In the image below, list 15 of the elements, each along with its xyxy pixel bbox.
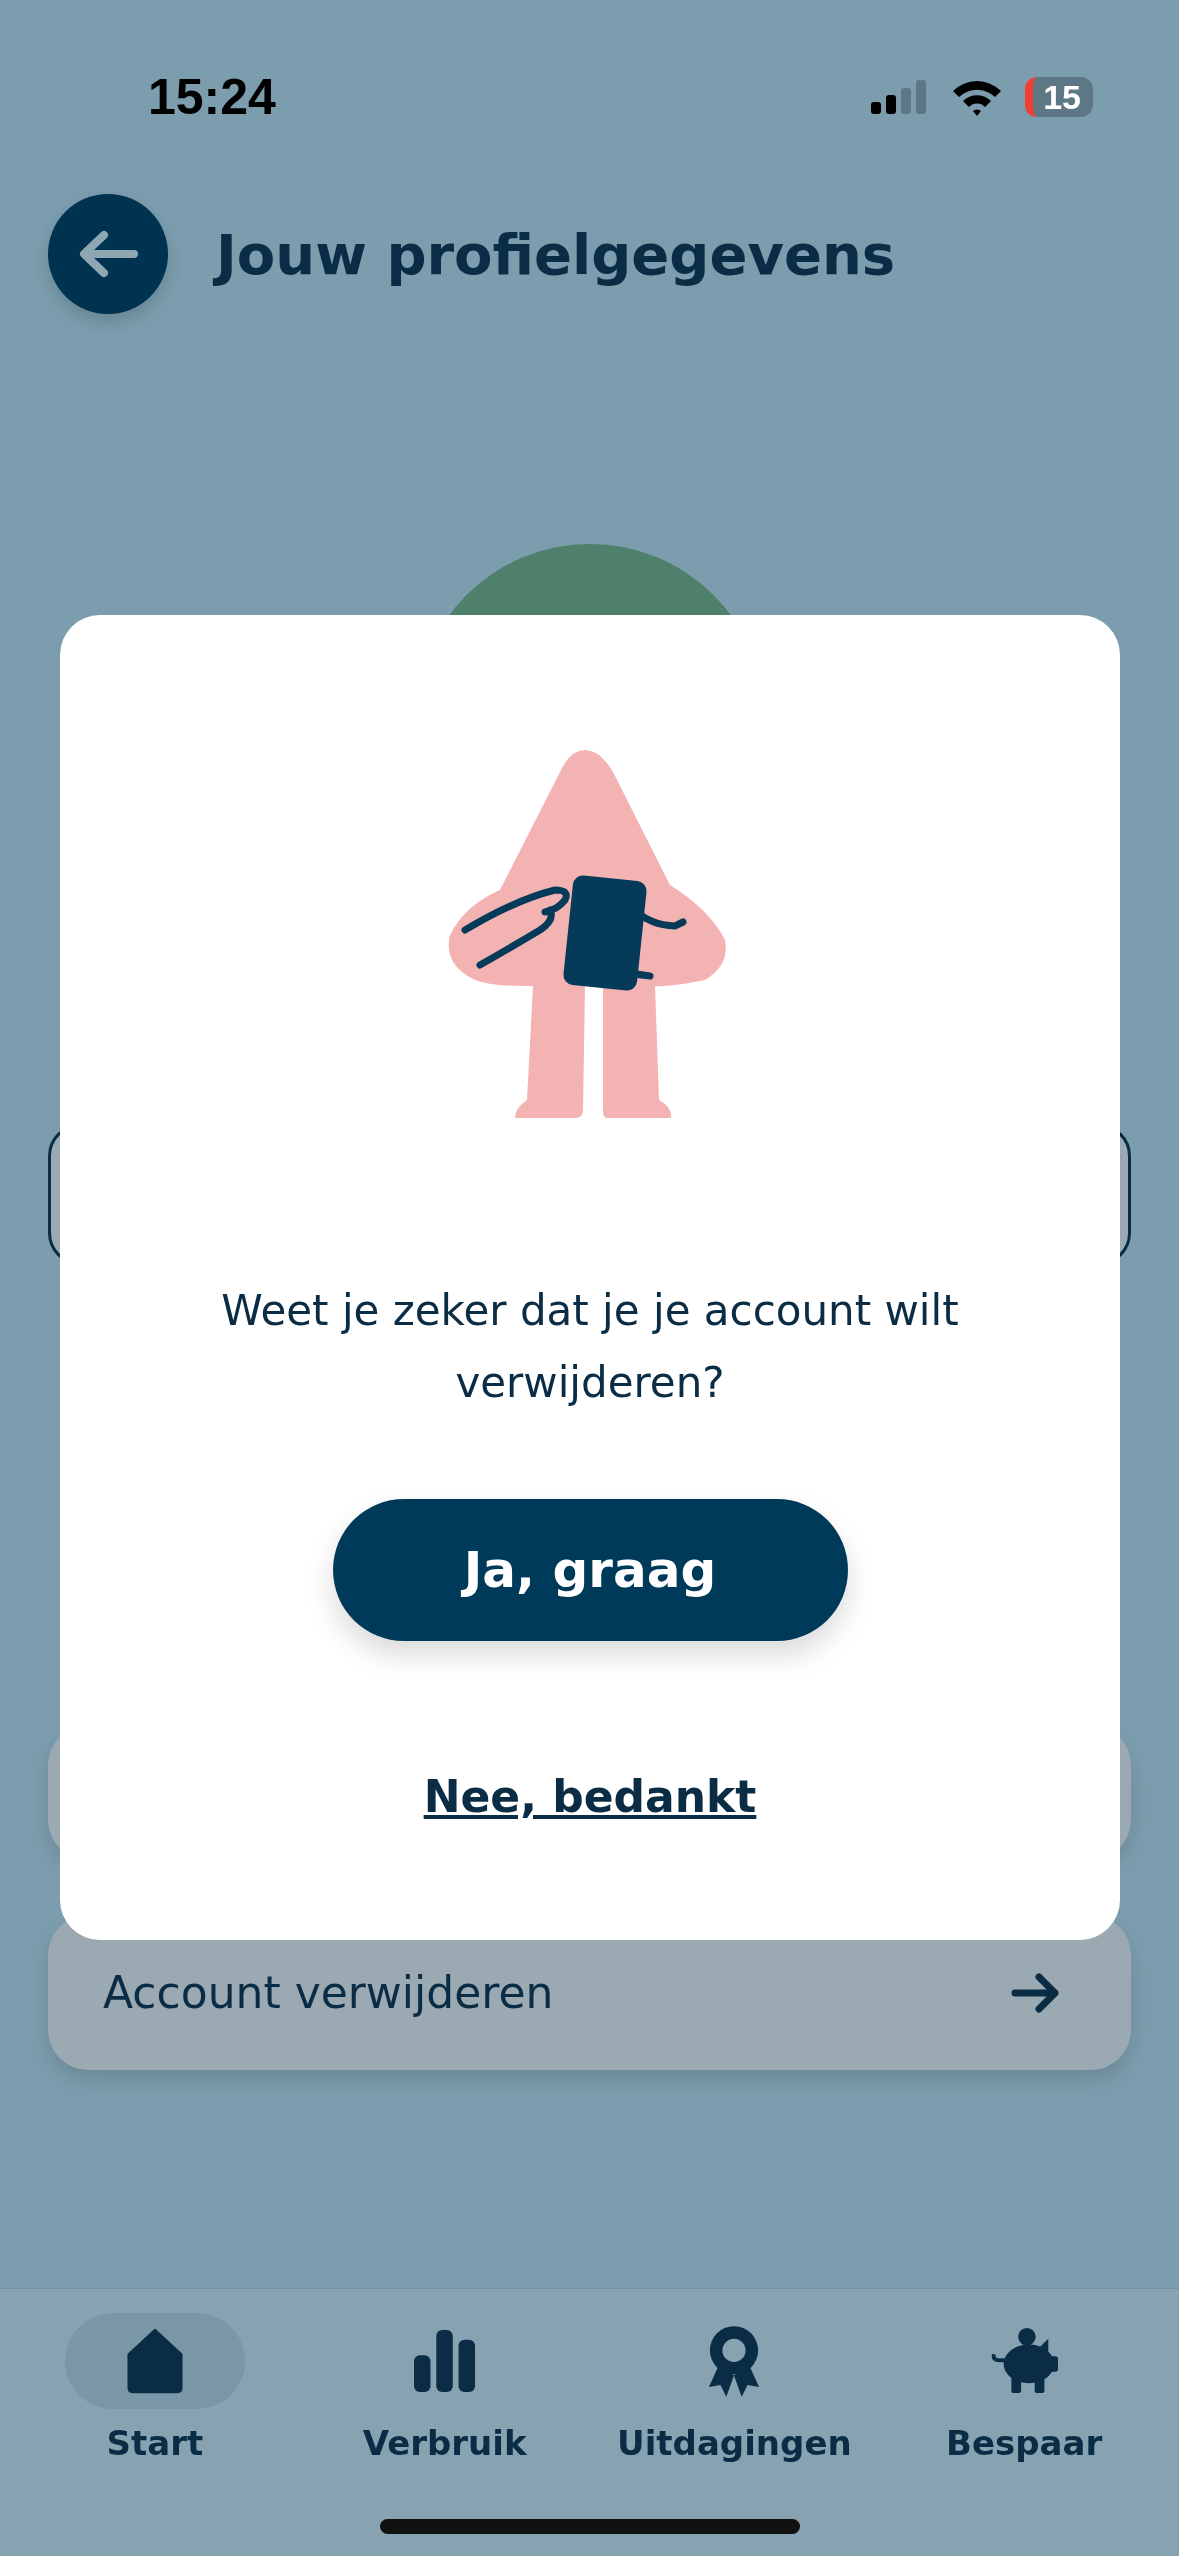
bar-chart-icon bbox=[413, 2330, 476, 2392]
status-time: 15:24 bbox=[148, 68, 276, 126]
award-ribbon-icon bbox=[707, 2325, 762, 2397]
confirm-message: Weet je zeker dat je je account wilt verwijderen? bbox=[220, 1285, 960, 1409]
home-icon bbox=[126, 2328, 183, 2394]
back-arrow-icon bbox=[78, 229, 138, 279]
confirm-button[interactable]: Ja, graag bbox=[332, 1499, 848, 1641]
tab-item[interactable]: Verbruik bbox=[319, 2289, 570, 2556]
cancel-link[interactable]: Nee, bedankt bbox=[423, 1771, 757, 1822]
tab-item[interactable]: Bespaar bbox=[899, 2289, 1150, 2556]
arrow-right-icon bbox=[1011, 1972, 1061, 2013]
wifi-icon bbox=[951, 78, 1004, 116]
tab-item[interactable]: Uitdagingen bbox=[609, 2289, 860, 2556]
battery-indicator: 15 bbox=[1025, 77, 1093, 117]
tab-item[interactable]: Start bbox=[29, 2289, 280, 2556]
